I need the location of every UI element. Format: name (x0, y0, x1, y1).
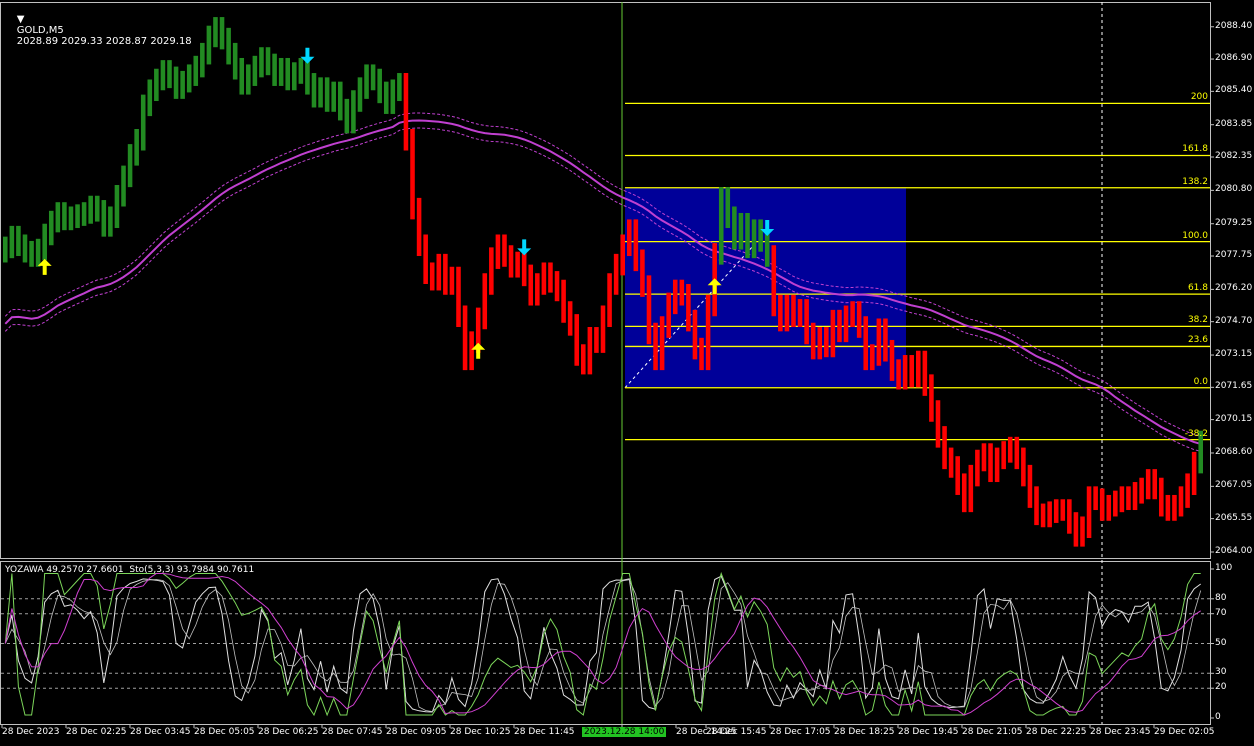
price-tick-label: 2080.80 (1215, 184, 1253, 195)
price-tick-label: 2079.25 (1215, 217, 1253, 228)
time-tick-label: 28 Dec 07:45 (322, 727, 383, 737)
osc-tick-label: 50 (1215, 637, 1227, 648)
moving-average-line (4, 119, 1201, 445)
yozawa-signal-line (4, 573, 1201, 716)
time-tick-label: 28 Dec 11:45 (514, 727, 575, 737)
price-tick-label: 2074.70 (1215, 315, 1253, 326)
stochastic-main-line (4, 575, 1201, 713)
fib-label: 161.8 (1182, 144, 1208, 155)
time-tick-label: 28 Dec 03:45 (130, 727, 191, 737)
fib-label: 0.0 (1193, 376, 1208, 387)
time-tick-label: 28 Dec 18:25 (834, 727, 895, 737)
osc-tick-label: 70 (1215, 607, 1227, 618)
time-tick-label: 28 Dec 05:05 (194, 727, 255, 737)
price-tick-label: 2067.05 (1215, 480, 1253, 491)
price-tick-label: 2064.00 (1215, 546, 1253, 556)
time-tick-label: 28 Dec 22:25 (1026, 727, 1087, 737)
time-tick-label: 28 Dec 2023 (2, 727, 60, 737)
fib-label: 100.0 (1182, 230, 1208, 241)
price-tick-label: 2082.35 (1215, 150, 1253, 161)
ma-lower-band (4, 127, 1201, 452)
time-tick-label: 28 Dec 10:25 (450, 727, 511, 737)
fib-label: 61.8 (1187, 283, 1208, 294)
price-tick-label: 2083.85 (1215, 118, 1253, 129)
symbol-label: GOLD,M5 (16, 25, 64, 36)
fib-label: 23.6 (1187, 335, 1208, 346)
trading-chart-window[interactable]: ▼ GOLD,M5 2028.89 2029.33 2028.87 2029.1… (0, 0, 1254, 742)
time-tick-label: 28 Dec 17:05 (770, 727, 831, 737)
price-tick-label: 2077.75 (1215, 250, 1253, 261)
price-tick-label: 2070.15 (1215, 413, 1253, 424)
time-tick-label: 29 Dec 02:05 (1154, 727, 1215, 737)
time-tick-label: 28 Dec 19:45 (898, 727, 959, 737)
fib-label: 38.2 (1187, 315, 1208, 326)
fib-label: 200 (1190, 92, 1208, 103)
time-tick-label: 28 Dec 15:45 (706, 727, 767, 737)
price-tick-label: 2086.90 (1215, 53, 1253, 64)
price-tick-label: 2085.40 (1215, 85, 1253, 96)
osc-tick-label: 0 (1215, 712, 1221, 722)
osc-tick-label: 80 (1215, 592, 1227, 603)
chart-menu-icon[interactable]: ▼ (17, 14, 25, 25)
ohlc-values: 2028.89 2029.33 2028.87 2029.18 (16, 36, 192, 47)
indicator-header: YOZAWA 49.2570 27.6601 Sto(5,3,3) 93.798… (5, 565, 255, 575)
fib-label: 138.2 (1182, 176, 1208, 187)
fib-label: -38.2 (1184, 428, 1208, 439)
yozawa-main-line (4, 571, 1201, 717)
osc-tick-label: 30 (1215, 667, 1227, 678)
time-tick-label: 28 Dec 02:25 (66, 727, 127, 737)
price-tick-label: 2088.40 (1215, 20, 1253, 31)
osc-tick-label: 20 (1215, 682, 1227, 693)
price-tick-label: 2068.60 (1215, 446, 1253, 457)
time-tick-label: 28 Dec 09:05 (386, 727, 447, 737)
price-tick-label: 2071.65 (1215, 381, 1253, 392)
price-tick-label: 2065.55 (1215, 512, 1253, 523)
osc-tick-label: 100 (1215, 563, 1233, 573)
price-tick-label: 2076.20 (1215, 283, 1253, 294)
chart-header: ▼ GOLD,M5 2028.89 2029.33 2028.87 2029.1… (4, 3, 192, 58)
chart-canvas[interactable] (0, 0, 1254, 742)
time-tick-label: 28 Dec 06:25 (258, 727, 319, 737)
time-tick-label: 28 Dec 23:45 (1090, 727, 1151, 737)
time-tick-label: 28 Dec 21:05 (962, 727, 1023, 737)
crosshair-time-label: 2023.12.28 14:00 (582, 727, 667, 737)
price-tick-label: 2073.15 (1215, 349, 1253, 360)
